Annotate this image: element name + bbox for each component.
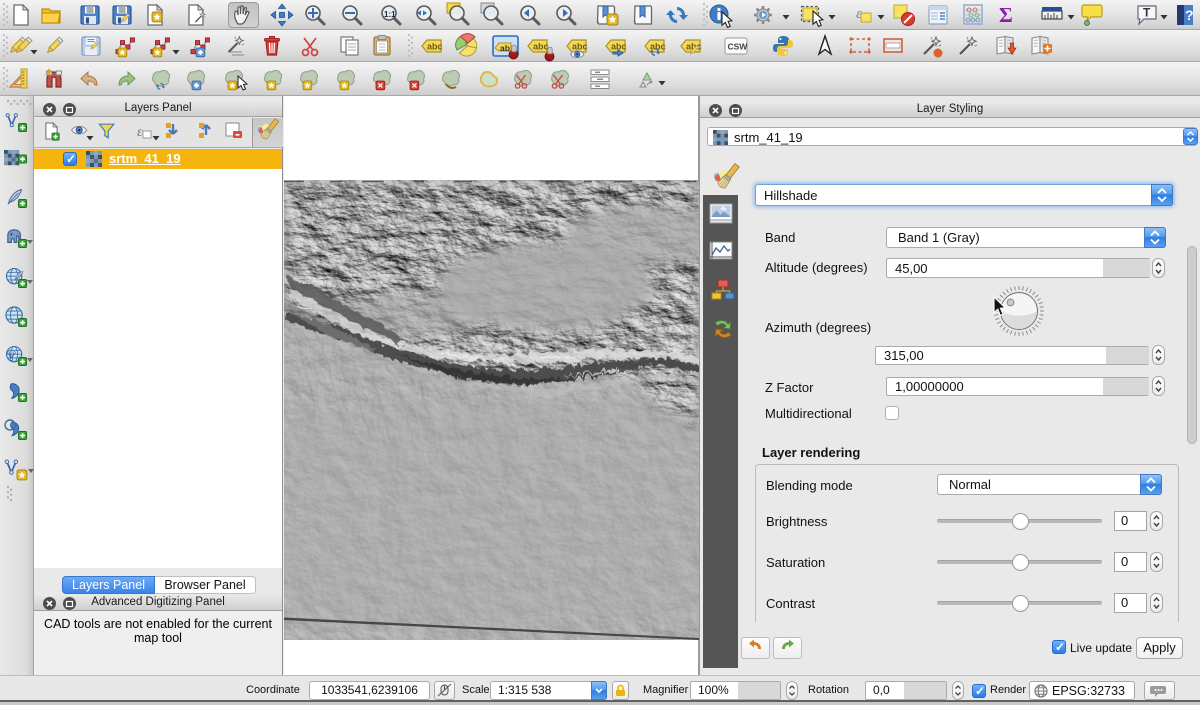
svg-text:ε: ε bbox=[137, 125, 143, 140]
svg-text:1:1: 1:1 bbox=[384, 10, 396, 19]
svg-text:ab: ab bbox=[500, 43, 510, 53]
